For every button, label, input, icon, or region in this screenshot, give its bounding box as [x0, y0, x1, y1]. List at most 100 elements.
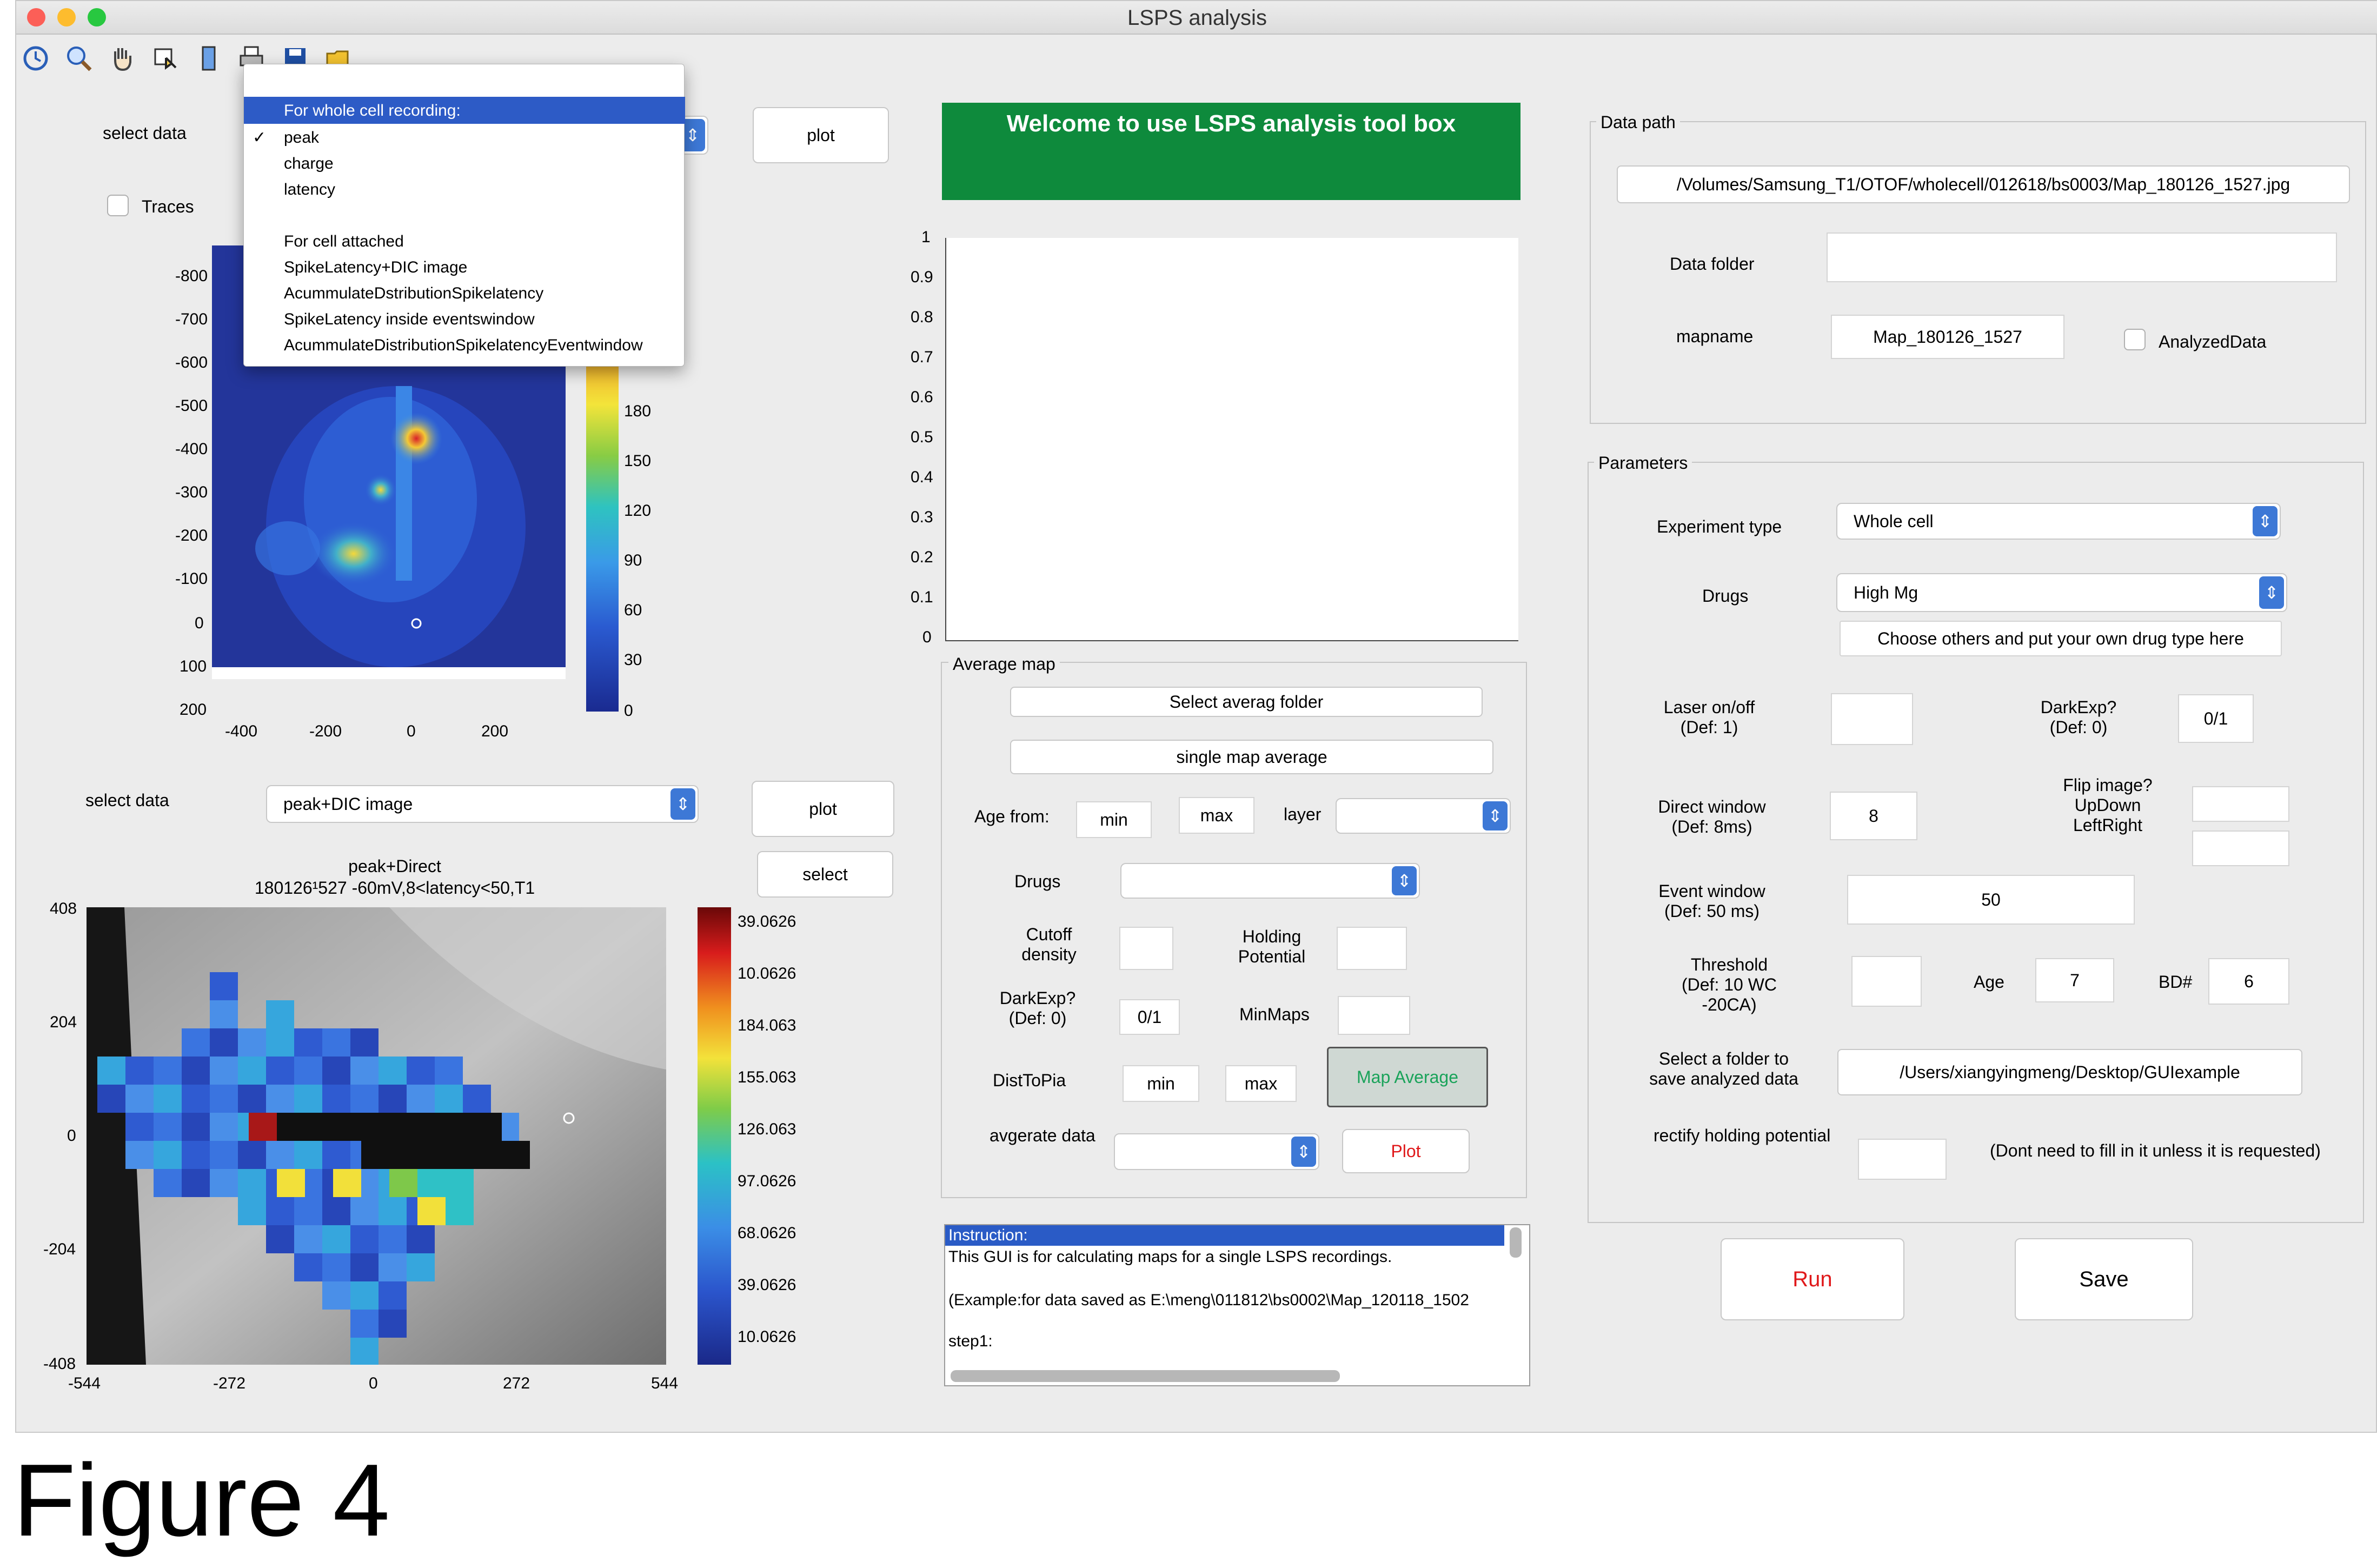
age-min-field[interactable]: min: [1076, 801, 1152, 838]
traces-checkbox[interactable]: [107, 195, 129, 216]
heatmap2-cell: [210, 1141, 238, 1169]
menu-item-spike-latency-dic[interactable]: SpikeLatency+DIC image: [244, 255, 684, 281]
heatmap2-cell: [305, 1113, 333, 1141]
avg-plot-button[interactable]: Plot: [1342, 1129, 1470, 1173]
heatmap2-cell: [266, 1085, 294, 1113]
heatmap2-cell: [322, 1225, 350, 1253]
heatmap2-cell: [379, 1225, 407, 1253]
zoom-in-icon[interactable]: [62, 41, 96, 76]
average-data-popup[interactable]: ⇕: [1114, 1133, 1319, 1170]
select-data-label-2: select data: [85, 790, 169, 810]
rectify-note: (Dont need to fill in it unless it is re…: [1990, 1141, 2321, 1160]
heatmap2-ctick: 155.063: [738, 1068, 796, 1086]
rotate-icon[interactable]: [18, 41, 53, 76]
heatmap2-cell: [294, 1253, 322, 1281]
menu-item-accumulate-eventwindow[interactable]: AcummulateDistributionSpikelatencyEventw…: [244, 333, 684, 358]
heatmap2-cell: [350, 1310, 379, 1338]
flip-leftright-field[interactable]: [2192, 830, 2289, 866]
data-path-button[interactable]: /Volumes/Samsung_T1/OTOF/wholecell/01261…: [1617, 165, 2350, 203]
heatmap2-ctick: 39.0626: [738, 1276, 796, 1294]
heatmap1-ctick: 0: [624, 702, 633, 720]
heatmap2-cell: [154, 1085, 182, 1113]
menu-item-spike-latency-eventswindow[interactable]: SpikeLatency inside eventswindow: [244, 307, 684, 333]
flip-updown-field[interactable]: [2192, 786, 2289, 822]
rectify-field[interactable]: [1858, 1139, 1947, 1180]
drugs-popup[interactable]: High Mg ⇕: [1836, 573, 2287, 612]
empty-axes-ytick: 0.2: [911, 548, 933, 566]
save-folder-button[interactable]: /Users/xiangyingmeng/Desktop/GUIexample: [1837, 1049, 2302, 1095]
data-folder-field[interactable]: [1827, 232, 2337, 282]
heatmap2-title-2: 180126¹527 -60mV,8<latency<50,T1: [254, 878, 535, 898]
event-window-field[interactable]: 50: [1847, 875, 2135, 925]
menu-section-cell-attached[interactable]: For cell attached: [244, 229, 684, 255]
heatmap2-cell: [182, 1028, 210, 1057]
heatmap2-cell: [379, 1085, 407, 1113]
minmaps-field[interactable]: [1338, 996, 1410, 1035]
heatmap2-cell: [350, 1253, 379, 1281]
select-average-folder-button[interactable]: Select averag folder: [1010, 687, 1483, 717]
heatmap2-cell: [294, 1197, 322, 1225]
bd-field[interactable]: 6: [2208, 958, 2289, 1005]
heatmap2-cell: [333, 1169, 361, 1197]
menu-item-accumulate-distribution[interactable]: AcummulateDstributionSpikelatency: [244, 281, 684, 307]
heatmap2-cell: [97, 1057, 125, 1085]
instruction-line[interactable]: This GUI is for calculating maps for a s…: [948, 1248, 1392, 1266]
cutoff-density-field[interactable]: [1119, 927, 1173, 970]
analyzed-data-checkbox[interactable]: [2124, 329, 2146, 350]
menu-item-latency[interactable]: latency: [244, 177, 684, 203]
age-max-field[interactable]: max: [1179, 797, 1254, 834]
heatmap2-cell: [238, 1057, 266, 1085]
heatmap1-ytick: -500: [175, 397, 208, 415]
darkexp-field[interactable]: 0/1: [2178, 694, 2254, 743]
heatmap2-cell: [125, 1141, 154, 1169]
heatmap2-cell: [361, 1141, 389, 1169]
holding-potential-field[interactable]: [1337, 927, 1407, 970]
custom-drug-field[interactable]: Choose others and put your own drug type…: [1840, 621, 2282, 656]
instruction-horizontal-scrollbar[interactable]: [951, 1370, 1340, 1382]
menu-item-peak[interactable]: peak: [244, 125, 684, 151]
select-button[interactable]: select: [757, 851, 893, 898]
direct-window-field[interactable]: 8: [1830, 792, 1917, 840]
avg-drugs-popup[interactable]: ⇕: [1120, 863, 1420, 899]
heatmap1-ctick: 150: [624, 452, 652, 470]
menu-header[interactable]: For whole cell recording:: [244, 98, 684, 124]
single-map-average-button[interactable]: single map average: [1010, 740, 1493, 774]
instruction-vertical-scrollbar[interactable]: [1510, 1227, 1522, 1258]
menu-item-charge[interactable]: charge: [244, 151, 684, 177]
traces-label: Traces: [142, 197, 194, 216]
laser-field[interactable]: [1831, 693, 1913, 745]
select-data-popup-2[interactable]: peak+DIC image ⇕: [266, 785, 699, 823]
pan-hand-icon[interactable]: [105, 41, 140, 76]
layer-popup[interactable]: ⇕: [1336, 798, 1511, 834]
instruction-listbox[interactable]: Instruction: This GUI is for calculating…: [944, 1224, 1530, 1386]
heatmap2-cell: [97, 1085, 125, 1113]
instruction-line-selected[interactable]: Instruction:: [945, 1225, 1504, 1246]
heatmap1-xtick: 200: [481, 722, 509, 740]
heatmap1-ytick: 100: [180, 657, 207, 675]
experiment-type-popup[interactable]: Whole cell ⇕: [1836, 503, 2281, 540]
threshold-field[interactable]: [1851, 956, 1922, 1007]
plot-button-bottom[interactable]: plot: [752, 781, 894, 837]
heatmap2-cell: [182, 1169, 210, 1197]
map-average-button[interactable]: Map Average: [1327, 1047, 1488, 1107]
popup-stepper-icon: ⇕: [670, 788, 695, 820]
plot-button-top[interactable]: plot: [753, 107, 889, 163]
heatmap1-xtick: -200: [309, 722, 342, 740]
disttopia-min-field[interactable]: min: [1123, 1065, 1199, 1102]
heatmap1-ctick: 90: [624, 552, 642, 569]
avg-darkexp-field[interactable]: 0/1: [1119, 999, 1180, 1035]
instruction-line[interactable]: (Example:for data saved as E:\meng\01181…: [948, 1291, 1469, 1310]
instruction-line[interactable]: step1:: [948, 1332, 993, 1351]
mapname-field[interactable]: Map_180126_1527: [1831, 315, 2064, 359]
heatmap2-cell: [210, 1113, 238, 1141]
run-button[interactable]: Run: [1721, 1238, 1904, 1320]
data-cursor-icon[interactable]: [148, 41, 183, 76]
heatmap2-cell: [210, 1085, 238, 1113]
heatmap2-cell: [266, 1000, 294, 1028]
colorbar-icon[interactable]: [191, 41, 226, 76]
heatmap2-cell: [322, 1281, 350, 1310]
save-button[interactable]: Save: [2015, 1238, 2193, 1320]
heatmap2-xtick: -544: [68, 1374, 101, 1392]
age-field[interactable]: 7: [2035, 958, 2114, 1002]
disttopia-max-field[interactable]: max: [1225, 1065, 1297, 1102]
